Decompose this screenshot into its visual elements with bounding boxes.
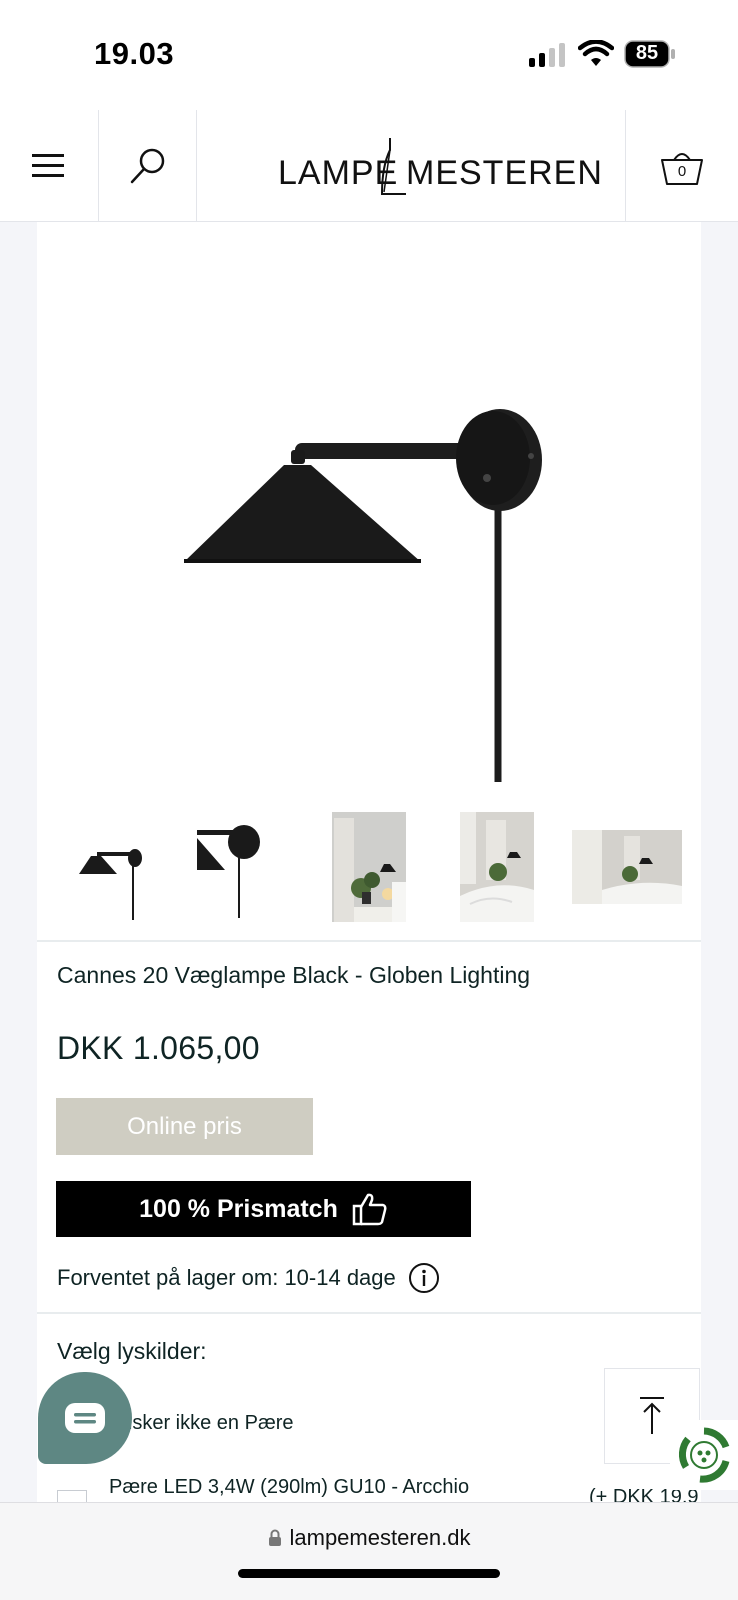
thumbnail-3[interactable] bbox=[332, 812, 406, 922]
battery-level: 85 bbox=[635, 42, 659, 64]
thumbnail-4[interactable] bbox=[460, 812, 534, 922]
light-source-heading: Vælg lyskilder: bbox=[57, 1338, 207, 1364]
chat-icon bbox=[65, 1403, 105, 1433]
cart-count: 0 bbox=[677, 163, 687, 180]
info-icon[interactable] bbox=[408, 1262, 440, 1294]
logo-text-left: LAMPE bbox=[278, 154, 399, 192]
product-card: Cannes 20 Væglampe Black - Globen Lighti… bbox=[37, 222, 701, 1520]
thumbs-up-icon bbox=[352, 1193, 387, 1226]
product-main-image[interactable] bbox=[37, 222, 701, 802]
home-indicator[interactable] bbox=[238, 1569, 500, 1578]
online-price-badge: Online pris bbox=[56, 1098, 313, 1155]
site-logo[interactable]: LAMPE MESTEREN bbox=[278, 136, 602, 200]
thumbnail-2[interactable] bbox=[197, 820, 287, 920]
lock-icon bbox=[268, 1529, 281, 1546]
battery-icon: 85 bbox=[624, 40, 676, 68]
stock-info: Forventet på lager om: 10-14 dage bbox=[57, 1262, 440, 1294]
arrow-up-icon bbox=[640, 1397, 664, 1434]
url-display[interactable]: lampemesteren.dk bbox=[0, 1525, 738, 1551]
basket-icon: 0 bbox=[660, 146, 704, 186]
prismatch-label: 100 % Prismatch bbox=[139, 1194, 338, 1223]
menu-button[interactable] bbox=[0, 110, 98, 222]
stock-text: Forventet på lager om: 10-14 dage bbox=[57, 1265, 396, 1290]
status-bar: 19.03 85 bbox=[0, 0, 738, 110]
url-text: lampemesteren.dk bbox=[289, 1525, 471, 1550]
thumbnail-5[interactable] bbox=[572, 830, 682, 904]
product-thumbnails bbox=[37, 812, 701, 952]
product-title: Cannes 20 Væglampe Black - Globen Lighti… bbox=[57, 962, 531, 988]
thumbnail-1[interactable] bbox=[73, 832, 153, 922]
product-price: DKK 1.065,00 bbox=[57, 1030, 260, 1066]
light-source-option-none[interactable]: ønsker ikke en Pære bbox=[109, 1412, 294, 1435]
search-icon bbox=[130, 148, 164, 184]
browser-url-bar[interactable]: lampemesteren.dk bbox=[0, 1502, 738, 1600]
recycle-badge-icon bbox=[678, 1427, 730, 1483]
search-button[interactable] bbox=[99, 110, 196, 222]
cellular-signal-icon bbox=[529, 43, 565, 67]
prismatch-banner: 100 % Prismatch bbox=[56, 1181, 471, 1237]
chat-button[interactable] bbox=[38, 1372, 132, 1464]
site-header: LAMPE MESTEREN 0 bbox=[0, 110, 738, 222]
light-source-option-led[interactable]: Pære LED 3,4W (290lm) GU10 - Arcchio bbox=[109, 1476, 469, 1499]
wifi-icon bbox=[578, 40, 614, 66]
eco-badge[interactable] bbox=[670, 1420, 738, 1490]
logo-text-right: MESTEREN bbox=[406, 154, 603, 192]
cart-button[interactable]: 0 bbox=[626, 110, 738, 222]
hamburger-menu-icon bbox=[32, 154, 64, 177]
status-time: 19.03 bbox=[94, 36, 175, 71]
